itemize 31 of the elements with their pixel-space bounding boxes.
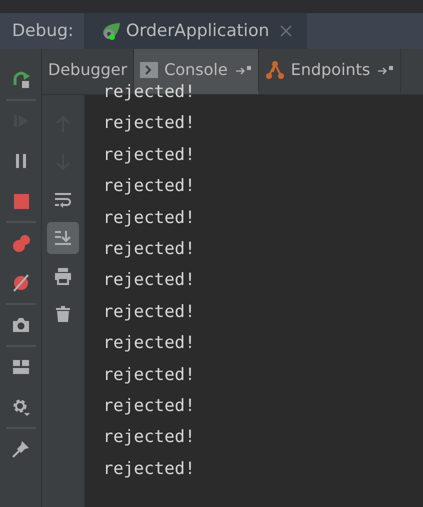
console-line: rejected! (103, 300, 196, 324)
rerun-icon[interactable] (10, 69, 30, 89)
console-line: rejected! (103, 364, 196, 387)
pin-tab-icon[interactable] (236, 64, 252, 76)
printer-icon[interactable] (53, 266, 73, 286)
console-line: rejected! (103, 112, 196, 136)
console-line: rejected! (103, 458, 196, 481)
mute-breakpoints-icon[interactable] (10, 273, 30, 293)
console-line: rejected! (103, 206, 196, 230)
breakpoints-icon[interactable] (10, 233, 30, 253)
layout-icon[interactable] (10, 357, 30, 377)
console-line: rejected! (103, 269, 196, 292)
console-line: rejected! (103, 144, 196, 167)
console-line: rejected! (103, 332, 196, 356)
console-line: rejected! (103, 175, 196, 198)
camera-icon[interactable] (10, 315, 30, 335)
settings-icon[interactable] (10, 397, 30, 417)
console-line: rejected! (103, 238, 196, 261)
soft-wrap-icon[interactable] (53, 190, 73, 210)
pin-icon[interactable] (10, 439, 30, 459)
panel-label: Debug: (11, 21, 75, 41)
console-icon (140, 62, 158, 78)
scroll-to-end-icon[interactable] (47, 222, 79, 254)
spring-app-icon (100, 20, 122, 42)
network-icon (264, 60, 285, 80)
pin-tab-icon[interactable] (378, 64, 394, 76)
console-line: rejected! (103, 394, 196, 418)
trash-icon[interactable] (53, 304, 73, 324)
console-line: rejected! (103, 426, 196, 450)
run-tab[interactable]: OrderApplication (84, 13, 308, 49)
tab[interactable]: Endpoints (258, 49, 402, 94)
